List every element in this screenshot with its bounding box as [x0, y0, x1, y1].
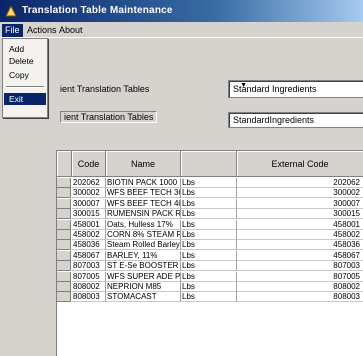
cell-unit[interactable]: Lbs	[181, 188, 237, 199]
cell-code[interactable]: 458001	[72, 219, 106, 230]
table-row[interactable]: 808002 NEPRION M85 Lbs 808002	[57, 282, 363, 292]
row-selector[interactable]	[57, 271, 71, 282]
table-row[interactable]: 808003 STOMACAST Lbs 808003	[57, 292, 363, 303]
cell-name[interactable]: Steam Rolled Barley	[106, 240, 181, 251]
menu-item-add[interactable]: Add	[4, 43, 46, 55]
table-row[interactable]: 807005 WFS SUPER ADE PM Lbs 807005	[57, 271, 363, 282]
dest-tables-label: ient Translation Tables	[60, 111, 158, 123]
translation-tables-label: ient Translation Tables	[60, 84, 150, 94]
window-title: Translation Table Maintenance	[22, 5, 173, 16]
cell-external-code[interactable]: 300007	[237, 199, 363, 209]
file-menu-dropdown: Add Delete Copy Exit	[2, 38, 48, 118]
cell-name[interactable]: NEPRION M85	[106, 282, 181, 292]
cell-external-code[interactable]: 458001	[237, 220, 363, 230]
cell-external-code[interactable]: 202062	[237, 178, 363, 188]
cell-unit[interactable]: Lbs	[181, 292, 237, 303]
table-row[interactable]: 300002 WFS BEEF TECH 36- Lbs 300002	[57, 188, 363, 199]
cell-code[interactable]: 458002	[72, 230, 106, 240]
cell-name[interactable]: BARLEY, 11%	[106, 250, 181, 261]
translation-grid[interactable]: Code Name External Code 202062 BIOTIN PAC…	[56, 150, 363, 356]
cell-unit[interactable]: Lbs	[181, 219, 237, 230]
dest-tables-field[interactable]: StandardIngredients	[228, 112, 363, 128]
cell-name[interactable]: STOMACAST	[106, 292, 181, 303]
chevron-down-icon[interactable]: ▼	[233, 82, 247, 97]
row-selector[interactable]	[57, 188, 71, 199]
table-row[interactable]: 458001 Oats, Hulless 17% Lbs 458001	[57, 219, 363, 230]
cell-code[interactable]: 808002	[72, 282, 106, 292]
column-header-external-code[interactable]: External Code	[237, 151, 363, 177]
table-row[interactable]: 458036 Steam Rolled Barley Lbs 458036	[57, 240, 363, 251]
row-selector[interactable]	[57, 219, 71, 230]
cell-unit[interactable]: Lbs	[181, 178, 237, 188]
row-selector[interactable]	[57, 230, 71, 240]
cell-code[interactable]: 807003	[72, 261, 106, 272]
cell-name[interactable]: BIOTIN PACK 1000	[106, 178, 181, 188]
cell-external-code[interactable]: 807005	[237, 272, 363, 282]
cell-external-code[interactable]: 300015	[237, 209, 363, 220]
cell-name[interactable]: ST E-Se BOOSTER	[106, 261, 181, 272]
row-selector[interactable]	[57, 282, 71, 292]
cell-unit[interactable]: Lbs	[181, 230, 237, 240]
table-row[interactable]: 458002 CORN 8% STEAM RO Lbs 458002	[57, 230, 363, 240]
column-header-unit[interactable]	[181, 151, 237, 177]
cell-unit[interactable]: Lbs	[181, 271, 237, 282]
table-row[interactable]: 300015 RUMENSIN PACK R-1 Lbs 300015	[57, 209, 363, 220]
cell-unit[interactable]: Lbs	[181, 240, 237, 251]
menu-about[interactable]: About	[56, 24, 86, 37]
table-row[interactable]: 458067 BARLEY, 11% Lbs 458067	[57, 250, 363, 261]
cell-code[interactable]: 300015	[72, 209, 106, 220]
row-selector[interactable]	[57, 292, 71, 303]
cell-external-code[interactable]: 808002	[237, 282, 363, 292]
menu-file[interactable]: File	[2, 24, 23, 37]
row-selector[interactable]	[57, 198, 71, 209]
cell-external-code[interactable]: 808003	[237, 292, 363, 303]
cell-name[interactable]: WFS SUPER ADE PM	[106, 271, 181, 282]
app-icon	[5, 4, 17, 17]
cell-name[interactable]: Oats, Hulless 17%	[106, 219, 181, 230]
row-selector[interactable]	[57, 178, 71, 188]
row-selector[interactable]	[57, 209, 71, 220]
cell-external-code[interactable]: 458002	[237, 230, 363, 240]
cell-unit[interactable]: Lbs	[181, 209, 237, 220]
row-selector-header	[57, 151, 72, 177]
table-row[interactable]: 300007 WFS BEEF TECH 40- Lbs 300007	[57, 198, 363, 209]
menu-item-delete[interactable]: Delete	[4, 55, 46, 67]
grid-header: Code Name External Code	[57, 151, 363, 177]
menu-bar: File Actions About	[0, 22, 363, 38]
cell-external-code[interactable]: 458067	[237, 251, 363, 261]
cell-code[interactable]: 300007	[72, 198, 106, 209]
cell-code[interactable]: 807005	[72, 271, 106, 282]
column-header-name[interactable]: Name	[106, 151, 181, 177]
cell-unit[interactable]: Lbs	[181, 198, 237, 209]
column-header-code[interactable]: Code	[72, 151, 106, 177]
cell-external-code[interactable]: 300002	[237, 188, 363, 199]
translation-tables-select[interactable]: Standard Ingredients ▼	[228, 80, 363, 98]
cell-code[interactable]: 458067	[72, 250, 106, 261]
table-row[interactable]: 202062 BIOTIN PACK 1000 Lbs 202062	[57, 178, 363, 188]
cell-code[interactable]: 808003	[72, 292, 106, 303]
cell-name[interactable]: CORN 8% STEAM RO	[106, 230, 181, 240]
cell-external-code[interactable]: 807003	[237, 261, 363, 272]
title-bar: Translation Table Maintenance	[0, 0, 363, 22]
cell-name[interactable]: WFS BEEF TECH 40-	[106, 198, 181, 209]
table-row[interactable]: 807003 ST E-Se BOOSTER Lbs 807003	[57, 261, 363, 272]
cell-unit[interactable]: Lbs	[181, 282, 237, 292]
cell-name[interactable]: WFS BEEF TECH 36-	[106, 188, 181, 199]
cell-unit[interactable]: Lbs	[181, 250, 237, 261]
row-selector[interactable]	[57, 250, 71, 261]
menu-separator	[6, 86, 44, 88]
row-selector[interactable]	[57, 261, 71, 272]
menu-item-exit[interactable]: Exit	[4, 93, 46, 105]
menu-actions[interactable]: Actions	[24, 24, 60, 37]
cell-code[interactable]: 458036	[72, 240, 106, 251]
cell-unit[interactable]: Lbs	[181, 261, 237, 272]
cell-name[interactable]: RUMENSIN PACK R-1	[106, 209, 181, 220]
menu-item-copy[interactable]: Copy	[4, 69, 46, 81]
dest-tables-value: StandardIngredients	[233, 115, 315, 125]
row-selector[interactable]	[57, 240, 71, 251]
cell-external-code[interactable]: 458036	[237, 240, 363, 251]
cell-code[interactable]: 300002	[72, 188, 106, 199]
cell-code[interactable]: 202062	[72, 178, 106, 188]
